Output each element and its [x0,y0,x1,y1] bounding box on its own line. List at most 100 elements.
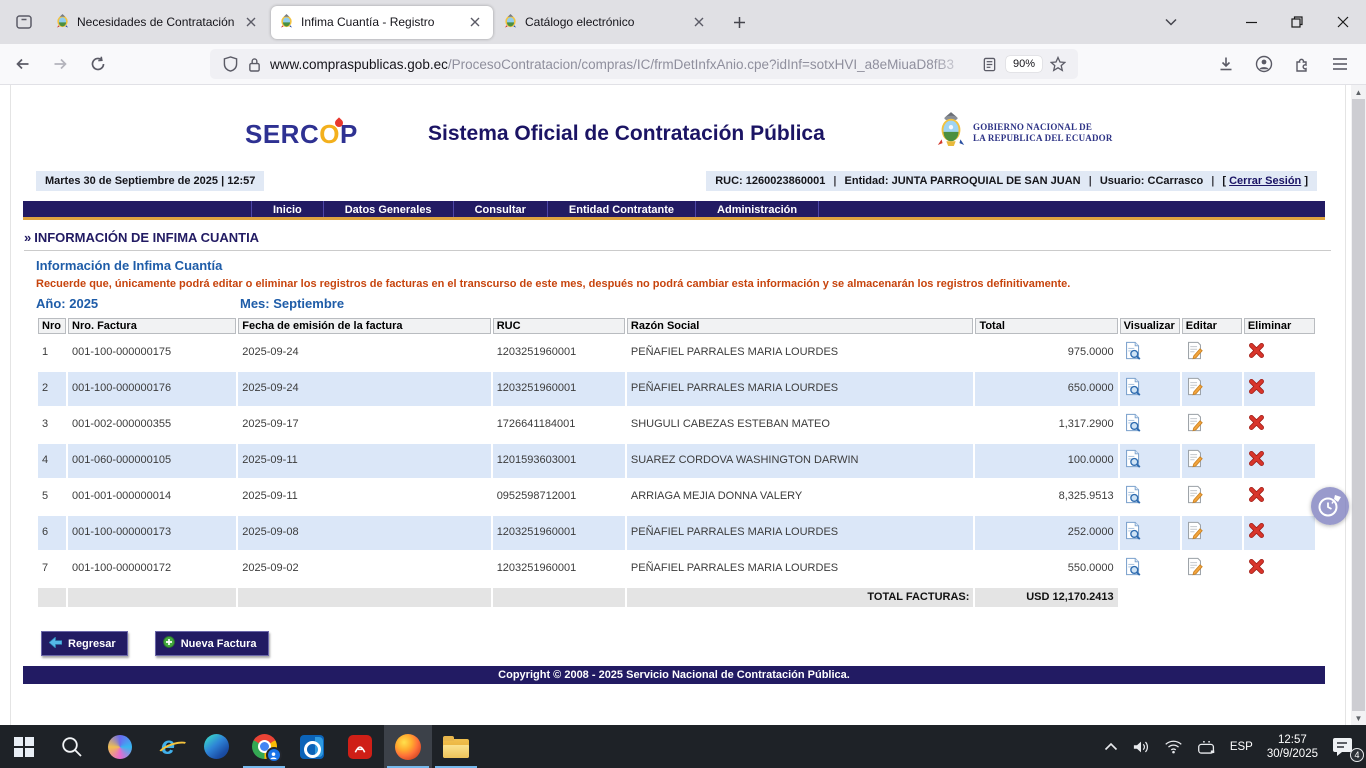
taskbar-outlook-icon[interactable] [288,725,336,768]
taskbar-copilot-icon[interactable] [96,725,144,768]
taskbar-search-icon[interactable] [48,725,96,768]
bookmark-star-icon[interactable] [1046,52,1070,76]
downloads-icon[interactable] [1210,49,1242,79]
lock-icon[interactable] [242,52,266,76]
warning-text: Recuerde que, únicamente podrá editar o … [36,278,1345,290]
start-button[interactable] [0,725,48,768]
tab-favicon-ecuador-icon [503,13,518,31]
editar-icon[interactable] [1186,485,1203,504]
user-label: Usuario: [1100,175,1145,187]
editar-icon[interactable] [1186,341,1203,360]
table-row: 2 001-100-000000176 2025-09-24 120325196… [38,372,1315,406]
vertical-scrollbar[interactable]: ▲ ▼ [1351,85,1366,725]
list-all-tabs-chevron-icon[interactable] [1154,7,1188,37]
cell-fecha: 2025-09-11 [238,444,490,478]
screen: Necesidades de Contratación y Infima Cua… [0,0,1366,768]
visualizar-icon[interactable] [1124,449,1142,468]
firefox-view-icon[interactable] [8,6,40,38]
eliminar-icon[interactable] [1248,342,1265,359]
url-text[interactable]: www.compraspublicas.gob.ec/ProcesoContra… [270,57,978,72]
window-restore-button[interactable] [1274,0,1320,44]
scroll-up-icon[interactable]: ▲ [1351,85,1366,99]
window-close-button[interactable] [1320,0,1366,44]
scrollbar-thumb[interactable] [1352,99,1365,711]
browser-tab-1[interactable]: Necesidades de Contratación y [47,6,269,39]
url-bar[interactable]: www.compraspublicas.gob.ec/ProcesoContra… [210,49,1078,79]
tray-clock[interactable]: 12:57 30/9/2025 [1261,725,1324,768]
window-minimize-button[interactable] [1228,0,1274,44]
eliminar-icon[interactable] [1248,414,1265,431]
nav-item-administracion[interactable]: Administración [695,201,819,217]
nav-item-consultar[interactable]: Consultar [453,201,547,217]
col-header-editar: Editar [1182,318,1242,334]
tab-close-icon[interactable] [241,12,261,32]
eliminar-icon[interactable] [1248,486,1265,503]
taskbar-file-explorer-icon[interactable] [432,725,480,768]
back-icon[interactable] [6,49,38,79]
visualizar-icon[interactable] [1124,521,1142,540]
tab-close-icon[interactable] [689,12,709,32]
scroll-down-icon[interactable]: ▼ [1351,711,1366,725]
tray-notifications-icon[interactable]: 4 [1326,725,1362,768]
tray-volume-icon[interactable] [1126,725,1156,768]
taskbar-internet-explorer-icon[interactable]: e [144,725,192,768]
taskbar-acrobat-icon[interactable] [336,725,384,768]
tray-connect-icon[interactable] [1191,725,1222,768]
browser-tab-3[interactable]: Catálogo electrónico [495,6,717,39]
taskbar-chrome-icon[interactable] [240,725,288,768]
tray-wifi-icon[interactable] [1158,725,1189,768]
account-icon[interactable] [1248,49,1280,79]
nueva-factura-button[interactable]: Nueva Factura [155,631,269,656]
editar-icon[interactable] [1186,413,1203,432]
visualizar-icon[interactable] [1124,341,1142,360]
total-row: TOTAL FACTURAS: USD 12,170.2413 [38,588,1315,607]
visualizar-icon[interactable] [1124,377,1142,396]
eliminar-icon[interactable] [1248,450,1265,467]
cell-ruc: 0952598712001 [493,480,625,514]
taskbar-edge-icon[interactable] [192,725,240,768]
regresar-button[interactable]: Regresar [41,631,128,656]
status-row: Martes 30 de Septiembre de 2025 | 12:57 … [36,171,1317,191]
nav-item-entidad-contratante[interactable]: Entidad Contratante [547,201,695,217]
eliminar-icon[interactable] [1248,378,1265,395]
taskbar-firefox-icon[interactable] [384,725,432,768]
datetime-box: Martes 30 de Septiembre de 2025 | 12:57 [36,171,264,191]
reload-icon[interactable] [82,49,114,79]
cell-total: 650.0000 [975,372,1117,406]
editar-icon[interactable] [1186,521,1203,540]
cell-factura: 001-100-000000173 [68,516,236,550]
shield-icon[interactable] [218,52,242,76]
new-tab-button[interactable] [724,7,754,37]
tray-language-indicator[interactable]: ESP [1224,725,1259,768]
cell-nro: 5 [38,480,66,514]
separator: | [1211,175,1214,187]
floating-timer-widget[interactable] [1311,487,1349,525]
entity-value: JUNTA PARROQUIAL DE SAN JUAN [892,175,1081,187]
tab-close-icon[interactable] [465,12,485,32]
nav-item-datos-generales[interactable]: Datos Generales [323,201,453,217]
nav-item-inicio[interactable]: Inicio [251,201,323,217]
forward-icon[interactable] [44,49,76,79]
zoom-level-badge[interactable]: 90% [1006,56,1042,72]
browser-tabstrip: Necesidades de Contratación y Infima Cua… [0,0,1366,44]
eliminar-icon[interactable] [1248,522,1265,539]
editar-icon[interactable] [1186,377,1203,396]
visualizar-icon[interactable] [1124,413,1142,432]
reader-view-icon[interactable] [978,52,1002,76]
plus-circle-icon [163,636,175,651]
editar-icon[interactable] [1186,449,1203,468]
browser-tab-2-active[interactable]: Infima Cuantía - Registro [271,6,493,39]
logout-link[interactable]: Cerrar Sesión [1229,175,1301,187]
menu-hamburger-icon[interactable] [1324,49,1356,79]
editar-icon[interactable] [1186,557,1203,576]
extensions-puzzle-icon[interactable] [1286,49,1318,79]
visualizar-icon[interactable] [1124,485,1142,504]
nueva-factura-label: Nueva Factura [181,638,257,650]
period-row: Año: 2025 Mes: Septiembre [36,296,1345,311]
visualizar-icon[interactable] [1124,557,1142,576]
cell-eliminar [1244,336,1315,370]
bracket: [ [1222,175,1226,187]
cell-razon-social: PEÑAFIEL PARRALES MARIA LOURDES [627,336,974,370]
tray-chevron-up-icon[interactable] [1098,725,1124,768]
eliminar-icon[interactable] [1248,558,1265,575]
